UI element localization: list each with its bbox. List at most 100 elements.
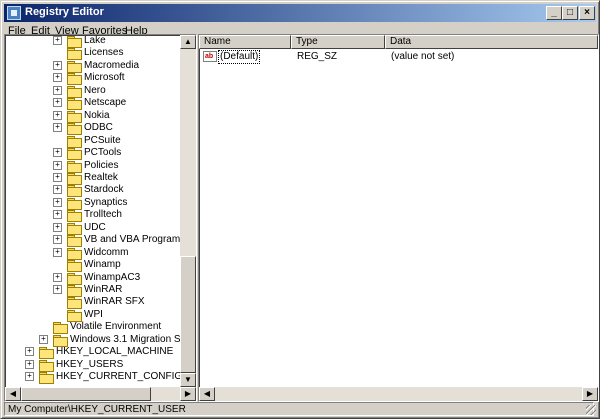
expand-plus-icon[interactable]: +	[25, 372, 34, 382]
tree-node-label: Policies	[84, 159, 119, 171]
tree-node[interactable]: + Nero	[5, 84, 180, 98]
tree-node[interactable]: + Synaptics	[5, 196, 180, 210]
resize-grip-icon[interactable]	[586, 405, 596, 415]
tree-node[interactable]: + UDC	[5, 222, 180, 235]
folder-icon	[67, 309, 82, 322]
expand-plus-icon[interactable]: +	[53, 160, 62, 170]
tree-vertical-scrollbar[interactable]: ▲ ▼	[180, 35, 196, 387]
expand-plus-icon[interactable]: +	[53, 110, 62, 120]
folder-icon	[67, 210, 82, 223]
title-bar[interactable]: Registry Editor _ □ ×	[4, 4, 596, 22]
tree-node[interactable]: + Windows 3.1 Migration Status	[5, 334, 196, 347]
tree-node-label: Lake	[84, 35, 106, 46]
tree-node[interactable]: WinRAR SFX	[5, 296, 180, 310]
tree-node[interactable]: PCSuite	[5, 135, 180, 148]
expand-plus-icon[interactable]: +	[53, 60, 62, 70]
expand-plus-icon[interactable]: +	[53, 222, 62, 232]
tree-node-label: Macromedia	[84, 59, 140, 71]
expand-plus-icon[interactable]: +	[25, 347, 34, 357]
expand-plus-icon[interactable]: +	[53, 185, 62, 195]
value-data: (value not set)	[391, 51, 455, 62]
expand-plus-icon[interactable]: +	[53, 285, 62, 294]
registry-app-icon	[7, 6, 21, 20]
tree-node-label: Microsoft	[84, 72, 125, 84]
tree-node[interactable]: Licenses	[5, 47, 180, 61]
expand-plus-icon[interactable]: +	[53, 197, 62, 207]
scroll-up-icon[interactable]: ▲	[180, 35, 196, 49]
tree-node[interactable]: + Trolltech	[5, 209, 180, 223]
expand-plus-icon[interactable]: +	[53, 98, 62, 108]
column-header-data[interactable]: Data	[385, 35, 598, 49]
folder-icon	[67, 272, 82, 285]
scroll-down-icon[interactable]: ▼	[180, 373, 196, 387]
folder-icon	[67, 48, 82, 61]
tree-node[interactable]: + HKEY_USERS	[5, 359, 180, 372]
expand-plus-icon[interactable]: +	[53, 247, 62, 257]
expand-plus-icon[interactable]: +	[53, 73, 62, 83]
tree-node-label: WPI	[84, 308, 103, 320]
tree-node[interactable]: + Stardock	[5, 184, 180, 198]
expand-plus-icon[interactable]: +	[53, 272, 62, 282]
scroll-right-icon[interactable]: ▶	[180, 387, 196, 401]
tree-node-label: WinRAR SFX	[84, 296, 145, 308]
tree-node-label: Nero	[84, 84, 106, 96]
expand-plus-icon[interactable]: +	[53, 36, 62, 45]
tree-scroll-thumb[interactable]	[180, 256, 196, 373]
list-horizontal-scrollbar[interactable]: ◀ ▶	[199, 387, 598, 401]
tree-node[interactable]: + WinRAR	[5, 284, 180, 297]
tree-node-label: Synaptics	[84, 196, 128, 208]
column-header-name[interactable]: Name	[199, 35, 291, 49]
expand-plus-icon[interactable]: +	[53, 210, 62, 220]
value-name: (Default)	[218, 50, 261, 64]
registry-editor-window: Registry Editor _ □ × File Edit View Fav…	[0, 0, 600, 419]
tree-node[interactable]: + ODBC	[5, 122, 180, 136]
tree-node[interactable]: Volatile Environment	[5, 321, 180, 335]
tree-node[interactable]: + HKEY_LOCAL_MACHINE	[5, 346, 180, 360]
column-header-type[interactable]: Type	[291, 35, 385, 49]
folder-icon	[67, 185, 82, 198]
tree-node[interactable]: + Nokia	[5, 110, 180, 123]
expand-plus-icon[interactable]: +	[53, 172, 62, 182]
folder-icon	[67, 73, 82, 86]
tree-node-label: PCTools	[84, 147, 122, 159]
tree-node[interactable]: Winamp	[5, 259, 180, 273]
expand-plus-icon[interactable]: +	[53, 235, 62, 245]
tree-node[interactable]: +VB and VBA Program Settings	[5, 234, 196, 248]
scroll-right-icon[interactable]: ▶	[582, 387, 598, 401]
tree-node[interactable]: + Lake	[5, 35, 180, 48]
expand-plus-icon[interactable]: +	[53, 148, 62, 158]
value-type: REG_SZ	[297, 51, 338, 62]
expand-plus-icon[interactable]: +	[25, 359, 34, 369]
scroll-left-icon[interactable]: ◀	[5, 387, 21, 401]
tree-node-label: Widcomm	[84, 246, 129, 258]
expand-plus-icon[interactable]: +	[53, 85, 62, 95]
scroll-left-icon[interactable]: ◀	[199, 387, 215, 401]
tree-node[interactable]: + Microsoft	[5, 72, 180, 86]
window-title: Registry Editor	[25, 6, 104, 18]
tree-node[interactable]: + PCTools	[5, 147, 180, 161]
tree-node[interactable]: + Policies	[5, 159, 180, 173]
key-tree-pane[interactable]: + Lake Licenses + Macromedia + Microsoft + Nero +…	[4, 34, 197, 402]
tree-hscroll-thumb[interactable]	[21, 387, 151, 401]
tree-node[interactable]: + HKEY_CURRENT_CONFIG	[5, 371, 182, 385]
tree-node-label: Stardock	[84, 184, 124, 196]
close-button[interactable]: ×	[579, 6, 595, 20]
folder-icon	[67, 36, 82, 48]
tree-node-label: Windows 3.1 Migration Status	[70, 333, 197, 345]
tree-node[interactable]: + Macromedia	[5, 59, 180, 73]
tree-horizontal-scrollbar[interactable]: ◀ ▶	[5, 387, 196, 401]
tree-node[interactable]: + Netscape	[5, 97, 180, 111]
tree-node[interactable]: WPI	[5, 308, 180, 322]
folder-icon	[67, 85, 82, 98]
tree-node[interactable]: + WinampAC3	[5, 272, 180, 285]
tree-node[interactable]: + Widcomm	[5, 246, 180, 260]
value-list-pane[interactable]: Name Type Data ab (Default) REG_SZ (valu…	[198, 34, 599, 402]
tree-node-label: Trolltech	[84, 209, 122, 221]
minimize-button[interactable]: _	[546, 6, 562, 20]
expand-plus-icon[interactable]: +	[39, 334, 48, 344]
maximize-button[interactable]: □	[562, 6, 578, 20]
folder-icon	[39, 347, 54, 360]
tree-node[interactable]: + Realtek	[5, 172, 180, 185]
expand-plus-icon[interactable]: +	[53, 123, 62, 133]
folder-icon	[67, 98, 82, 111]
